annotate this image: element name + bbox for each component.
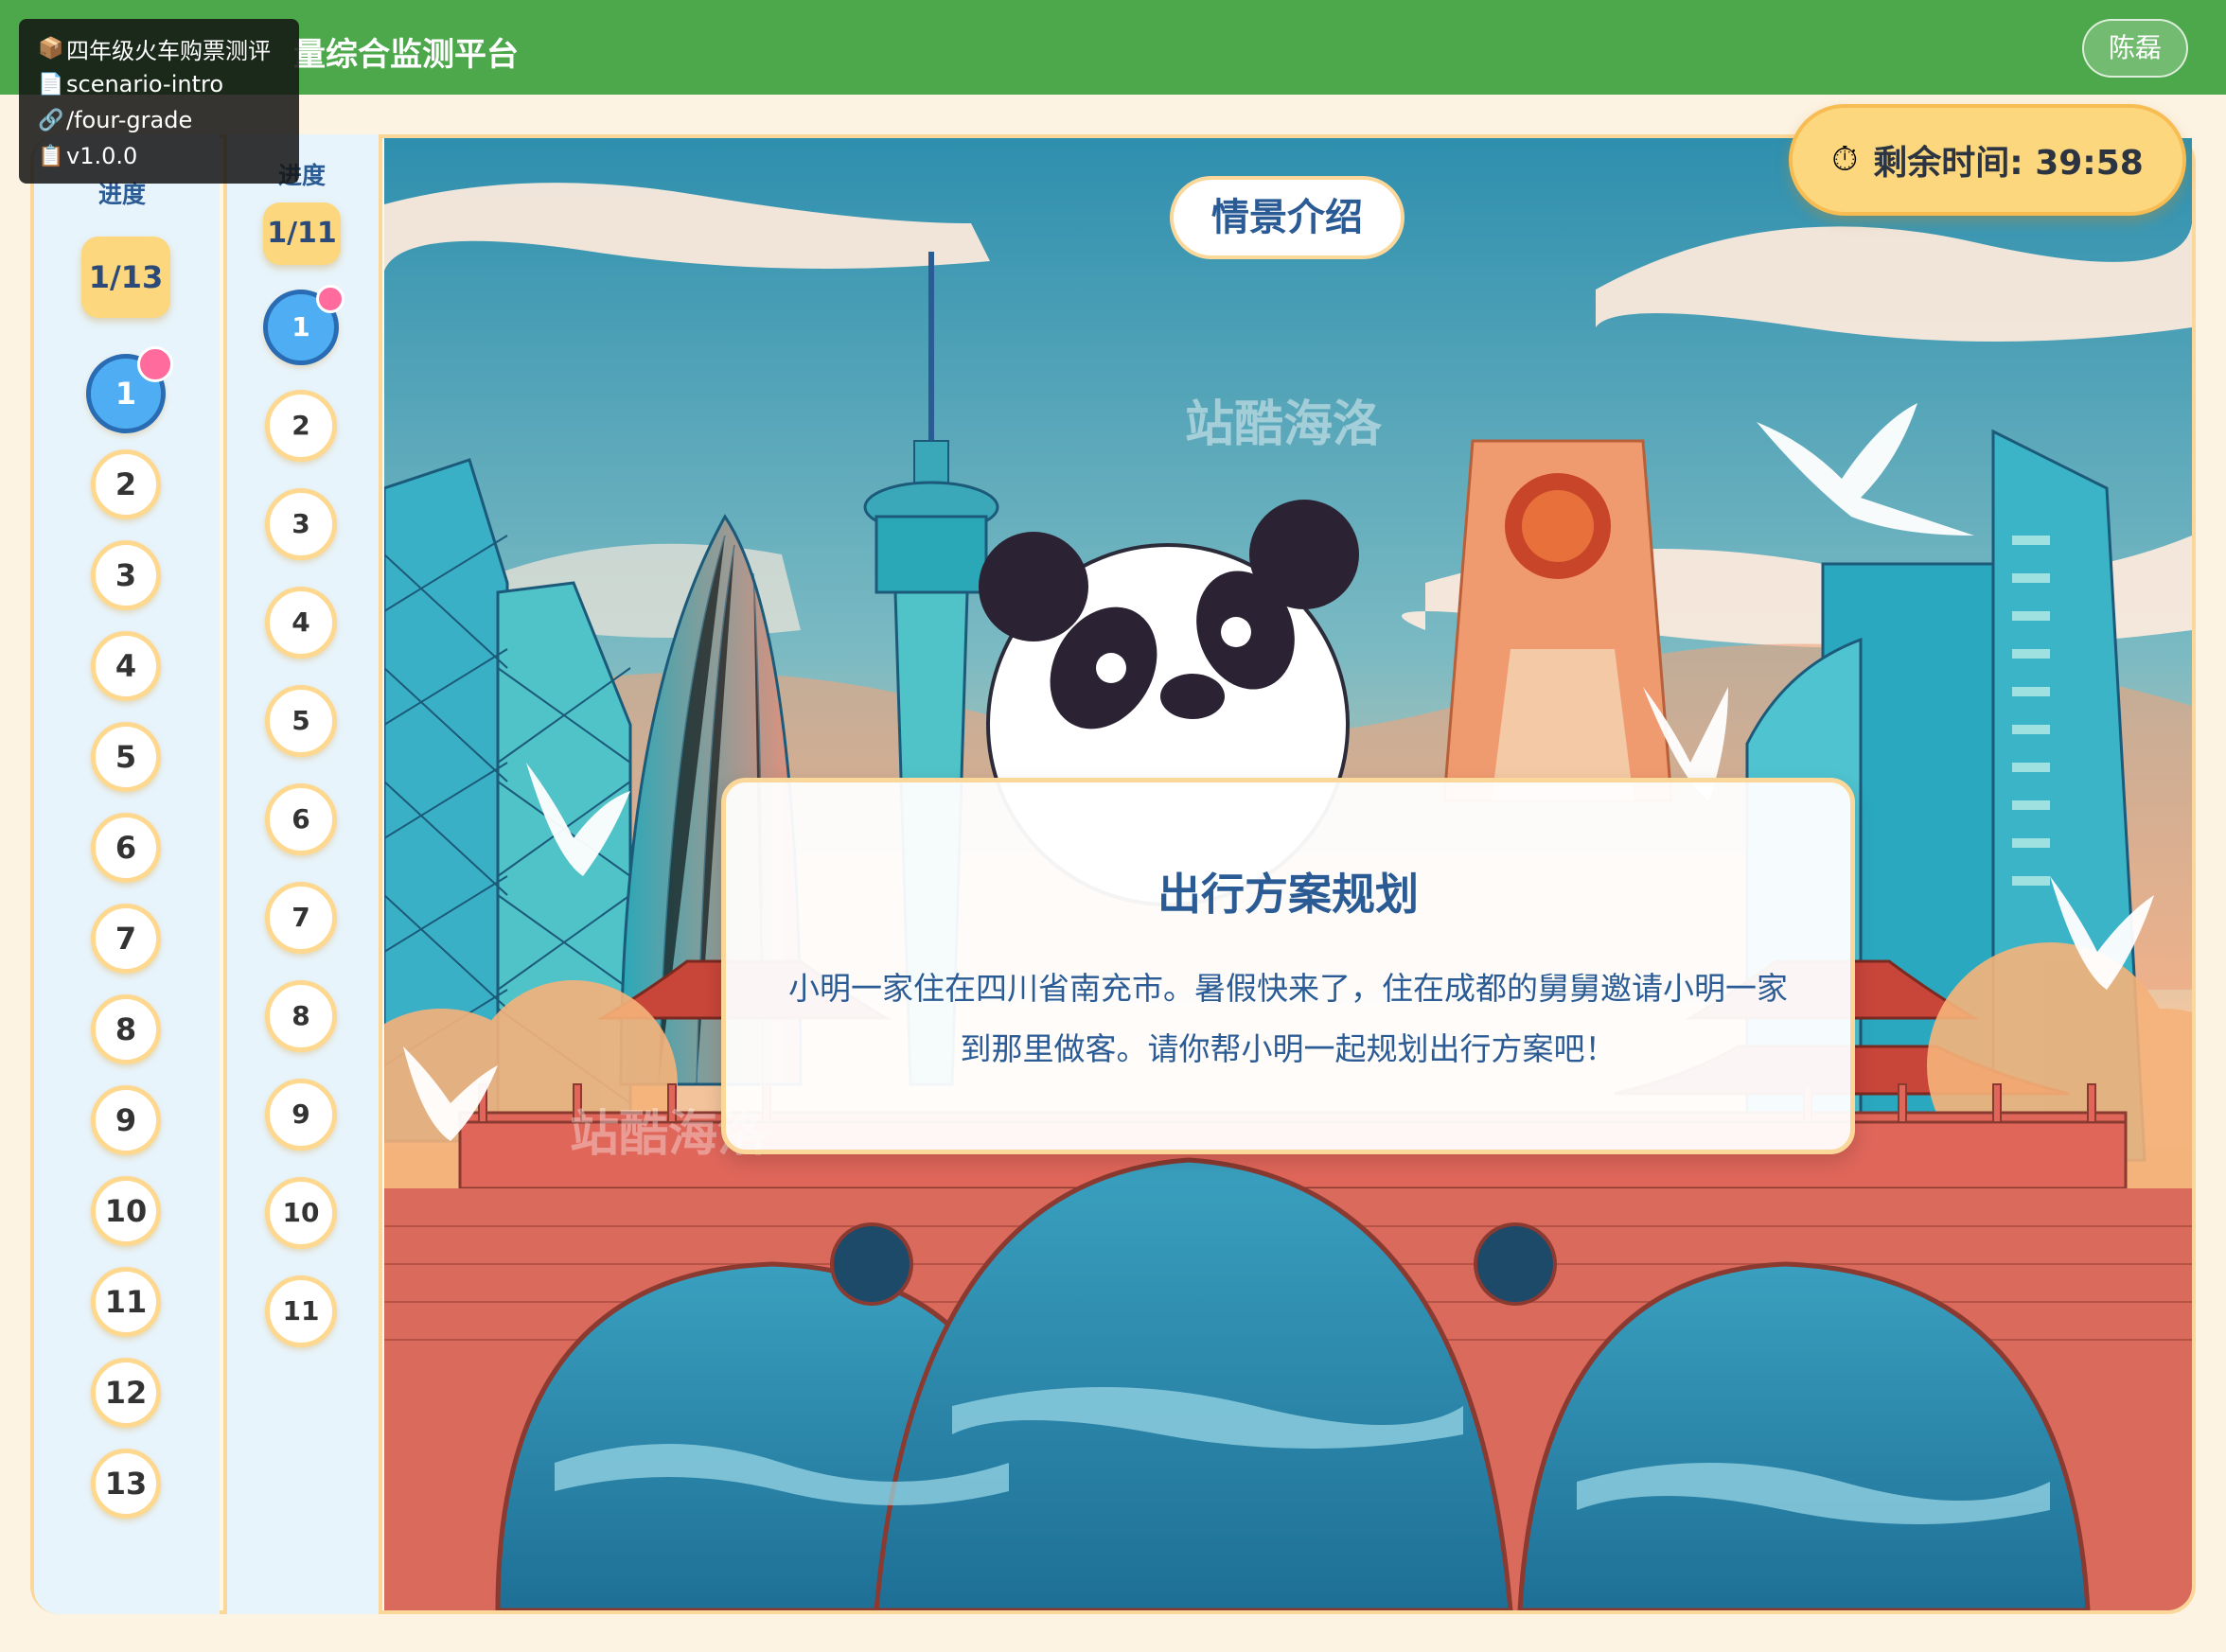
progress-step-1[interactable]: 1	[263, 284, 344, 365]
progress-step-label: 5	[115, 739, 137, 775]
progress-step-6[interactable]: 6	[91, 813, 161, 883]
progress-step-9[interactable]: 9	[91, 1085, 161, 1155]
progress-step-7[interactable]: 7	[265, 882, 337, 954]
progress-step-label: 7	[292, 902, 310, 933]
document-icon: 📄	[38, 72, 64, 97]
progress-step-label: 13	[104, 1466, 148, 1502]
countdown-timer: ⏱ 剩余时间: 39:58	[1789, 104, 2186, 216]
platform-title: 量综合监测平台	[293, 36, 519, 74]
progress-step-label: 10	[104, 1193, 148, 1229]
progress-step-4[interactable]: 4	[91, 631, 161, 701]
progress-step-6[interactable]: 6	[265, 783, 337, 855]
info-row-page: 📄 scenario-intro	[38, 66, 280, 102]
progress-step-11[interactable]: 11	[265, 1275, 337, 1347]
progress-step-5[interactable]: 5	[91, 722, 161, 792]
progress-step-label: 3	[115, 557, 137, 593]
notification-dot	[315, 284, 344, 313]
user-account-button[interactable]: 陈磊	[2081, 19, 2188, 78]
card-title: 出行方案规划	[1157, 869, 1419, 920]
progress-step-label: 1	[292, 311, 310, 343]
clipboard-icon: 📋	[38, 144, 64, 168]
progress-step-11[interactable]: 11	[91, 1267, 161, 1337]
progress-step-12[interactable]: 12	[91, 1358, 161, 1428]
progress-step-label: 4	[115, 648, 137, 684]
info-route-text: /four-grade	[66, 107, 193, 133]
progress-step-5[interactable]: 5	[265, 685, 337, 757]
package-icon: 📦	[38, 36, 64, 61]
progress-step-label: 7	[115, 921, 137, 957]
scenario-intro-card: 出行方案规划 小明一家住在四川省南充市。暑假快来了，住在成都的舅舅邀请小明一家到…	[721, 778, 1855, 1154]
progress-step-9[interactable]: 9	[265, 1079, 337, 1151]
info-row-route: 🔗 /four-grade	[38, 102, 280, 138]
progress-step-10[interactable]: 10	[91, 1176, 161, 1246]
progress-badge-outer: 1/13	[81, 237, 170, 318]
progress-step-label: 6	[115, 830, 137, 866]
progress-step-2[interactable]: 2	[91, 449, 161, 519]
notification-dot	[137, 345, 174, 382]
card-body-text: 小明一家住在四川省南充市。暑假快来了，住在成都的舅舅邀请小明一家到那里做客。请你…	[788, 970, 1788, 1067]
progress-step-4[interactable]: 4	[265, 587, 337, 659]
progress-step-8[interactable]: 8	[91, 994, 161, 1064]
progress-step-label: 11	[104, 1284, 148, 1320]
watermark-text: 站酷海洛	[1185, 397, 1383, 452]
info-page-text: scenario-intro	[66, 71, 224, 97]
progress-step-label: 2	[115, 466, 137, 502]
progress-step-1[interactable]: 1	[86, 345, 174, 433]
progress-step-label: 8	[115, 1011, 137, 1047]
debug-info-overlay: 📦 四年级火车购票测评 📄 scenario-intro 🔗 /four-gra…	[19, 19, 299, 184]
stone-arch-bridge	[384, 1083, 2192, 1610]
scene-intro-tag: 情景介绍	[1170, 176, 1404, 259]
info-row-version: 📋 v1.0.0	[38, 138, 280, 174]
progress-step-label: 9	[292, 1098, 310, 1130]
progress-step-label: 3	[292, 508, 310, 539]
progress-step-3[interactable]: 3	[265, 488, 337, 560]
progress-step-3[interactable]: 3	[91, 540, 161, 610]
progress-step-2[interactable]: 2	[265, 390, 337, 462]
progress-step-label: 12	[104, 1375, 148, 1411]
progress-step-label: 4	[292, 606, 310, 638]
progress-badge-inner: 1/11	[263, 202, 341, 265]
progress-step-label: 2	[292, 410, 310, 441]
info-version-text: v1.0.0	[66, 143, 138, 169]
progress-step-8[interactable]: 8	[265, 980, 337, 1052]
progress-step-label: 10	[282, 1197, 320, 1228]
sun-bird-gate	[1442, 439, 1673, 802]
progress-step-label: 5	[292, 705, 310, 736]
info-title-text: 四年级火车购票测评	[66, 37, 271, 64]
progress-step-label: 8	[292, 1000, 310, 1031]
timer-text: 剩余时间: 39:58	[1873, 144, 2144, 183]
link-icon: 🔗	[38, 108, 64, 132]
stopwatch-icon: ⏱	[1831, 140, 1859, 179]
progress-step-label: 6	[292, 803, 310, 835]
progress-step-label: 11	[282, 1295, 320, 1327]
progress-step-7[interactable]: 7	[91, 904, 161, 974]
progress-step-label: 9	[115, 1102, 137, 1138]
progress-step-10[interactable]: 10	[265, 1177, 337, 1249]
info-row-title: 📦 四年级火车购票测评	[38, 30, 280, 66]
progress-step-13[interactable]: 13	[91, 1449, 161, 1519]
progress-step-label: 1	[115, 376, 137, 412]
top-header-bar: 量综合监测平台 陈磊	[0, 0, 2226, 95]
